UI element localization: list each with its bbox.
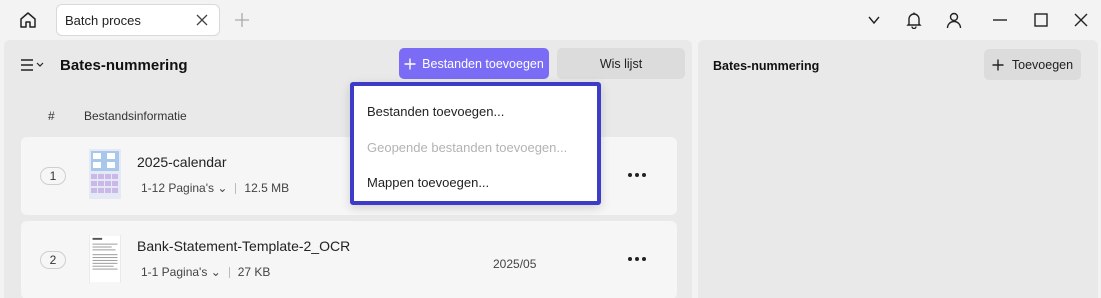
- plus-icon[interactable]: [234, 12, 250, 28]
- divider: [228, 266, 230, 278]
- add-label: Toevoegen: [1011, 57, 1074, 72]
- plus-icon: [404, 58, 416, 69]
- add-files-label: Bestanden toevoegen: [422, 56, 544, 71]
- home-icon: [20, 12, 36, 28]
- file-name: 2025-calendar: [137, 154, 227, 170]
- menu-item-add-open-files[interactable]: Geopende bestanden toevoegen...: [367, 140, 567, 155]
- column-header-info: Bestandsinformatie: [84, 109, 187, 123]
- minimize-icon[interactable]: [990, 10, 1010, 30]
- column-header-index: #: [48, 109, 55, 123]
- item-index: 2: [40, 251, 66, 269]
- page-range-select[interactable]: 1-1 Pagina's ⌄: [141, 265, 221, 279]
- close-icon[interactable]: [195, 13, 209, 27]
- menu-button[interactable]: [20, 57, 48, 73]
- settings-panel: Bates-nummering Toevoegen: [698, 40, 1098, 298]
- add-files-dropdown: Bestanden toevoegen... Geopende bestande…: [350, 82, 601, 205]
- divider: [235, 182, 237, 194]
- menu-item-add-files[interactable]: Bestanden toevoegen...: [367, 104, 504, 119]
- menu-item-add-folders[interactable]: Mappen toevoegen...: [367, 175, 489, 190]
- chevron-down-icon[interactable]: [864, 10, 884, 30]
- tab-title: Batch proces: [65, 12, 141, 28]
- list-item[interactable]: 2 Bank-Statement-Template-2_OCR 1-1 Pagi…: [21, 221, 677, 298]
- menu-icon: [21, 59, 44, 71]
- plus-icon: [992, 59, 1004, 70]
- page-title: Bates-nummering: [60, 57, 188, 74]
- window-close-icon[interactable]: [1071, 10, 1091, 30]
- file-date: 2025/05: [493, 257, 537, 271]
- chevron-down-icon: ⌄: [217, 181, 228, 195]
- file-thumbnail: [89, 235, 121, 283]
- page-range-select[interactable]: 1-12 Pagina's ⌄: [141, 181, 227, 195]
- more-button[interactable]: [625, 166, 649, 184]
- file-size: 27 KB: [237, 265, 271, 279]
- title-bar: Batch proces: [0, 0, 1101, 40]
- file-name: Bank-Statement-Template-2_OCR: [137, 238, 351, 254]
- panel-title: Bates-nummering: [713, 59, 820, 73]
- clear-list-button[interactable]: Wis lijst: [557, 48, 685, 79]
- item-index: 1: [40, 167, 66, 185]
- file-meta: 1-1 Pagina's ⌄ 27 KB: [141, 265, 270, 279]
- user-icon[interactable]: [944, 10, 964, 30]
- add-button[interactable]: Toevoegen: [984, 49, 1081, 80]
- file-meta: 1-12 Pagina's ⌄ 12.5 MB: [141, 181, 289, 195]
- maximize-icon[interactable]: [1031, 10, 1051, 30]
- file-size: 12.5 MB: [244, 181, 290, 195]
- file-thumbnail: [89, 149, 121, 199]
- tab-batch[interactable]: Batch proces: [56, 4, 220, 36]
- clear-list-label: Wis lijst: [599, 56, 643, 71]
- more-button[interactable]: [625, 250, 649, 268]
- chevron-down-icon: ⌄: [210, 265, 221, 279]
- add-files-button[interactable]: Bestanden toevoegen: [399, 48, 549, 79]
- bell-icon[interactable]: [904, 10, 924, 30]
- home-button[interactable]: [10, 6, 46, 34]
